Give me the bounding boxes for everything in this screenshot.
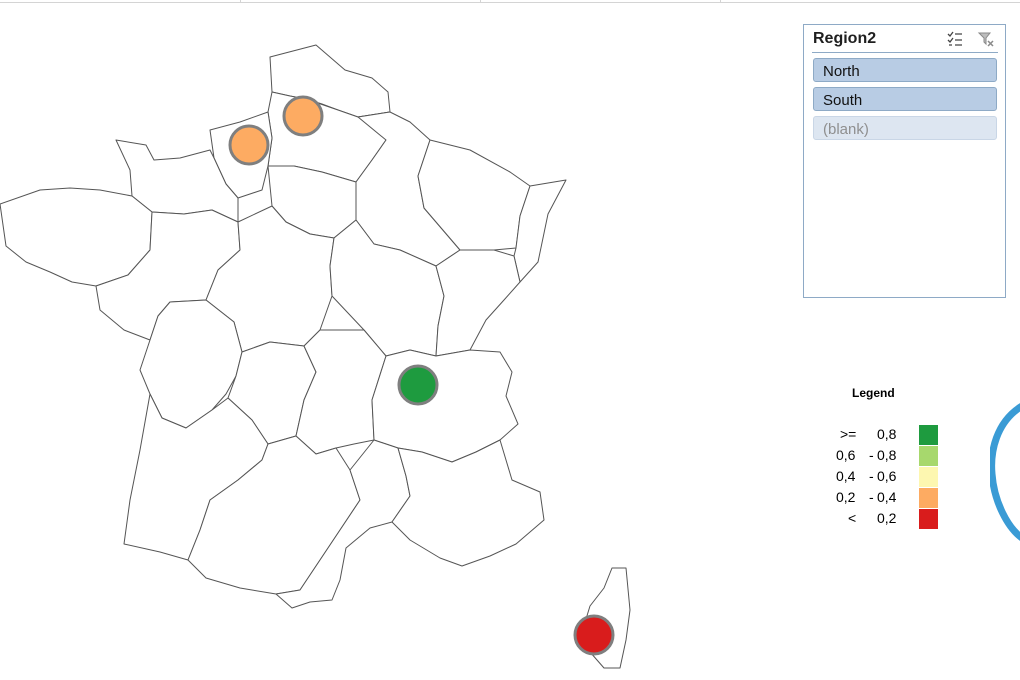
legend-row: < 0,2: [830, 508, 950, 529]
region-franche-comte: [435, 249, 521, 357]
slicer-item-blank[interactable]: (blank): [813, 116, 997, 140]
legend-dash: -: [869, 489, 874, 505]
legend-low: 0,2: [836, 489, 856, 505]
region2-slicer[interactable]: Region2 North South (blank): [803, 24, 1006, 298]
marker-rhone-alpes[interactable]: [397, 364, 439, 406]
marker-haute-normandie[interactable]: [228, 124, 270, 166]
france-regions-map: [0, 44, 631, 669]
legend-row: 0,6 - 0,8: [830, 445, 950, 466]
legend-dash: -: [869, 468, 874, 484]
legend-high: 0,8: [877, 426, 897, 442]
legend-low: 0,4: [836, 468, 856, 484]
circular-shape-partial[interactable]: [990, 402, 1020, 542]
legend-swatch: [919, 488, 938, 508]
legend-swatch: [919, 425, 938, 445]
legend-swatch: [919, 446, 938, 466]
legend-dash: -: [869, 447, 874, 463]
region-auvergne: [295, 329, 387, 455]
color-legend: Legend >= 0,8 0,6 - 0,8 0,4 - 0,6 0,2 - …: [830, 384, 950, 534]
legend-row: 0,4 - 0,6: [830, 466, 950, 487]
legend-low: 0,6: [836, 447, 856, 463]
slicer-title: Region2: [813, 30, 877, 47]
legend-swatch: [919, 509, 938, 529]
slicer-item-south[interactable]: South: [813, 87, 997, 111]
slicer-item-north[interactable]: North: [813, 58, 997, 82]
legend-row: 0,2 - 0,4: [830, 487, 950, 508]
slicer-header-divider: [812, 52, 998, 53]
legend-high: 0,2: [877, 510, 897, 526]
legend-high: 0,4: [877, 489, 897, 505]
legend-row: >= 0,8: [830, 424, 950, 445]
legend-title: Legend: [852, 386, 895, 400]
legend-high: 0,6: [877, 468, 897, 484]
region-bretagne: [0, 187, 153, 287]
marker-corse[interactable]: [573, 614, 615, 656]
multi-select-icon[interactable]: [946, 30, 964, 48]
legend-operator: >=: [840, 426, 857, 442]
legend-swatch: [919, 467, 938, 487]
legend-high: 0,8: [877, 447, 897, 463]
slicer-header: Region2: [804, 25, 1005, 53]
marker-picardie[interactable]: [282, 95, 324, 137]
legend-operator: <: [848, 510, 857, 526]
clear-filter-icon[interactable]: [977, 30, 995, 48]
region-provence-alpes-cote-d-azur: [391, 439, 545, 567]
